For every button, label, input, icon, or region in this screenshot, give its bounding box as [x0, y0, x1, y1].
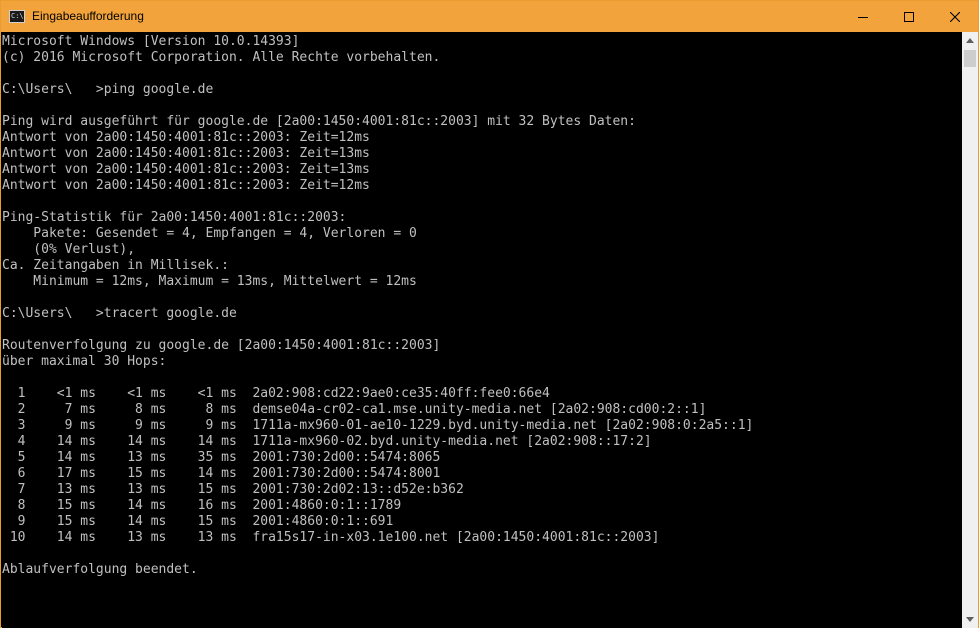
console-line: 7 13 ms 13 ms 15 ms 2001:730:2d02:13::d5…	[2, 482, 464, 497]
vertical-scrollbar[interactable]	[962, 32, 978, 628]
minimize-icon	[858, 16, 868, 18]
console-line: Antwort von 2a00:1450:4001:81c::2003: Ze…	[2, 146, 370, 161]
console-line: C:\Users\ >ping google.de	[2, 82, 214, 97]
console-line: (c) 2016 Microsoft Corporation. Alle Rec…	[2, 50, 441, 65]
console-line: Ping wird ausgeführt für google.de [2a00…	[2, 114, 636, 129]
console-line: 8 15 ms 14 ms 16 ms 2001:4860:0:1::1789	[2, 498, 402, 513]
command-prompt-icon: C:\	[9, 10, 25, 23]
console-line: 10 14 ms 13 ms 13 ms fra15s17-in-x03.1e1…	[2, 530, 660, 545]
console-line: 6 17 ms 15 ms 14 ms 2001:730:2d00::5474:…	[2, 466, 441, 481]
console-line: Antwort von 2a00:1450:4001:81c::2003: Ze…	[2, 130, 370, 145]
console-line: 9 15 ms 14 ms 15 ms 2001:4860:0:1::691	[2, 514, 394, 529]
console-line: Antwort von 2a00:1450:4001:81c::2003: Ze…	[2, 178, 370, 193]
console-line: 3 9 ms 9 ms 9 ms 1711a-mx960-01-ae10-122…	[2, 418, 754, 433]
console-output[interactable]: Microsoft Windows [Version 10.0.14393] (c…	[2, 34, 962, 628]
command-prompt-window: C:\ Eingabeaufforderung Microsoft Window…	[0, 0, 979, 628]
console-line: Microsoft Windows [Version 10.0.14393]	[2, 34, 300, 49]
minimize-button[interactable]	[840, 1, 886, 32]
console-line: 4 14 ms 14 ms 14 ms 1711a-mx960-02.byd.u…	[2, 434, 652, 449]
console-line: Pakete: Gesendet = 4, Empfangen = 4, Ver…	[2, 226, 417, 241]
maximize-icon	[904, 11, 914, 22]
scroll-down-arrow-icon[interactable]	[962, 611, 978, 628]
console-line: über maximal 30 Hops:	[2, 354, 167, 369]
title-bar[interactable]: C:\ Eingabeaufforderung	[1, 1, 978, 32]
console-line: Routenverfolgung zu google.de [2a00:1450…	[2, 338, 441, 353]
console-line: 2 7 ms 8 ms 8 ms demse04a-cr02-ca1.mse.u…	[2, 402, 707, 417]
console-line: (0% Verlust),	[2, 242, 136, 257]
close-icon	[950, 11, 960, 22]
scroll-up-arrow-icon[interactable]	[962, 32, 978, 49]
console-line: C:\Users\ >tracert google.de	[2, 306, 237, 321]
close-button[interactable]	[932, 1, 978, 32]
window-title: Eingabeaufforderung	[32, 9, 144, 23]
console-line: Minimum = 12ms, Maximum = 13ms, Mittelwe…	[2, 274, 417, 289]
console-line: Antwort von 2a00:1450:4001:81c::2003: Ze…	[2, 162, 370, 177]
maximize-button[interactable]	[886, 1, 932, 32]
scrollbar-thumb[interactable]	[964, 50, 976, 67]
console-line: Ablaufverfolgung beendet.	[2, 562, 198, 577]
console-line: 1 <1 ms <1 ms <1 ms 2a02:908:cd22:9ae0:c…	[2, 386, 550, 401]
console-line: Ping-Statistik für 2a00:1450:4001:81c::2…	[2, 210, 347, 225]
console-line: Ca. Zeitangaben in Millisek.:	[2, 258, 229, 273]
console-line: 5 14 ms 13 ms 35 ms 2001:730:2d00::5474:…	[2, 450, 441, 465]
